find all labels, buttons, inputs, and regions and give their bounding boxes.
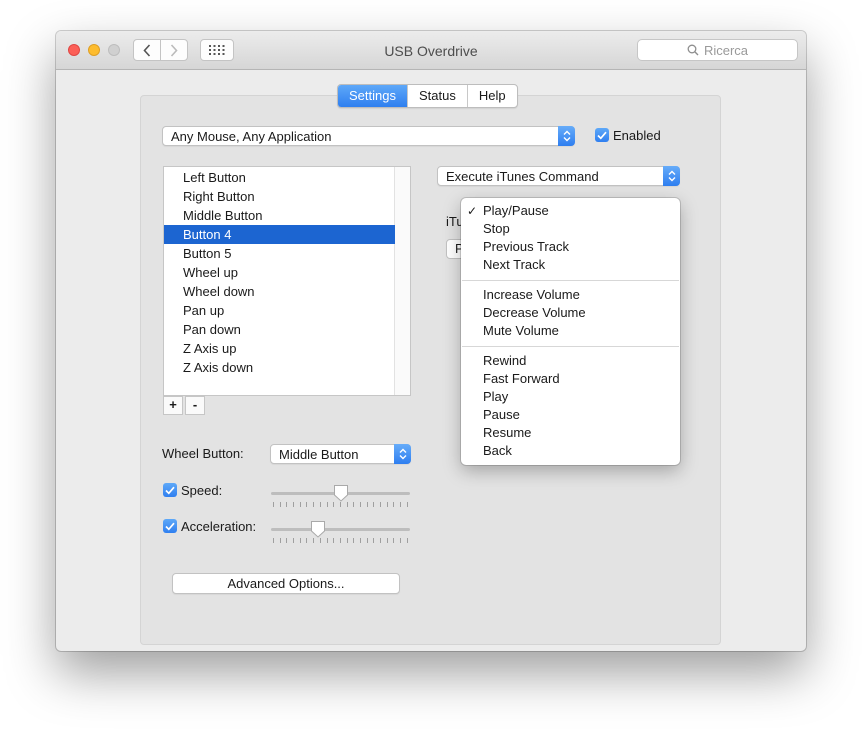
- acceleration-label: Acceleration:: [181, 519, 257, 534]
- list-item[interactable]: Left Button: [164, 168, 395, 187]
- menu-item-play-pause[interactable]: ✓ Play/Pause: [461, 202, 680, 220]
- list-item[interactable]: Z Axis down: [164, 358, 395, 377]
- list-item-selected[interactable]: Button 4: [164, 225, 395, 244]
- advanced-options-button[interactable]: Advanced Options...: [172, 573, 400, 594]
- search-icon: [687, 44, 699, 56]
- search-field[interactable]: Ricerca: [637, 39, 798, 61]
- menu-item-stop[interactable]: Stop: [461, 220, 680, 238]
- title-bar: USB Overdrive Ricerca: [56, 31, 806, 70]
- updown-chevron-icon: [663, 166, 680, 186]
- tab-settings[interactable]: Settings: [338, 85, 407, 107]
- checkmark-icon: [165, 486, 175, 495]
- menu-item-mute-volume[interactable]: Mute Volume: [461, 322, 680, 340]
- wheel-button-label: Wheel Button:: [162, 446, 244, 461]
- list-item[interactable]: Wheel up: [164, 263, 395, 282]
- speed-slider-thumb[interactable]: [333, 484, 349, 502]
- menu-item-resume[interactable]: Resume: [461, 424, 680, 442]
- list-item[interactable]: Z Axis up: [164, 339, 395, 358]
- remove-button[interactable]: -: [185, 396, 205, 415]
- enabled-checkbox[interactable]: [595, 128, 609, 142]
- list-item[interactable]: Right Button: [164, 187, 395, 206]
- wheel-button-value: Middle Button: [279, 447, 359, 462]
- list-item[interactable]: Pan up: [164, 301, 395, 320]
- acceleration-slider-track[interactable]: [271, 528, 410, 531]
- menu-item-fast-forward[interactable]: Fast Forward: [461, 370, 680, 388]
- action-select-value: Execute iTunes Command: [446, 169, 599, 184]
- tab-bar: Settings Status Help: [337, 84, 518, 108]
- menu-item-pause[interactable]: Pause: [461, 406, 680, 424]
- checkmark-icon: ✓: [467, 204, 478, 218]
- enabled-label: Enabled: [613, 128, 661, 143]
- wheel-button-select[interactable]: Middle Button: [270, 444, 411, 464]
- list-item[interactable]: Button 5: [164, 244, 395, 263]
- acceleration-slider-thumb[interactable]: [310, 520, 326, 538]
- menu-item-play[interactable]: Play: [461, 388, 680, 406]
- button-list[interactable]: Left Button Right Button Middle Button B…: [163, 166, 411, 396]
- menu-item-previous-track[interactable]: Previous Track: [461, 238, 680, 256]
- menu-item-decrease-volume[interactable]: Decrease Volume: [461, 304, 680, 322]
- tab-help[interactable]: Help: [466, 85, 517, 107]
- menu-separator: [462, 280, 679, 281]
- action-select[interactable]: Execute iTunes Command: [437, 166, 680, 186]
- checkmark-icon: [597, 131, 607, 140]
- updown-chevron-icon: [394, 444, 411, 464]
- device-select-value: Any Mouse, Any Application: [171, 129, 332, 144]
- device-select[interactable]: Any Mouse, Any Application: [162, 126, 575, 146]
- app-window: USB Overdrive Ricerca Settings Status He…: [56, 31, 806, 651]
- speed-checkbox[interactable]: [163, 483, 177, 497]
- menu-separator: [462, 346, 679, 347]
- speed-label: Speed:: [181, 483, 223, 498]
- menu-item-back[interactable]: Back: [461, 442, 680, 460]
- acceleration-ticks: [273, 538, 408, 544]
- list-scrollbar[interactable]: [394, 167, 410, 395]
- menu-item-increase-volume[interactable]: Increase Volume: [461, 286, 680, 304]
- list-item[interactable]: Middle Button: [164, 206, 395, 225]
- list-item[interactable]: Pan down: [164, 320, 395, 339]
- tab-status[interactable]: Status: [406, 85, 467, 107]
- speed-ticks: [273, 502, 408, 508]
- updown-chevron-icon: [558, 126, 575, 146]
- acceleration-checkbox[interactable]: [163, 519, 177, 533]
- checkmark-icon: [165, 522, 175, 531]
- search-placeholder: Ricerca: [703, 42, 749, 58]
- menu-item-next-track[interactable]: Next Track: [461, 256, 680, 274]
- menu-item-rewind[interactable]: Rewind: [461, 352, 680, 370]
- menu-item-label: Play/Pause: [483, 203, 549, 218]
- list-item[interactable]: Wheel down: [164, 282, 395, 301]
- itunes-command-menu: ✓ Play/Pause Stop Previous Track Next Tr…: [461, 198, 680, 465]
- add-button[interactable]: +: [163, 396, 183, 415]
